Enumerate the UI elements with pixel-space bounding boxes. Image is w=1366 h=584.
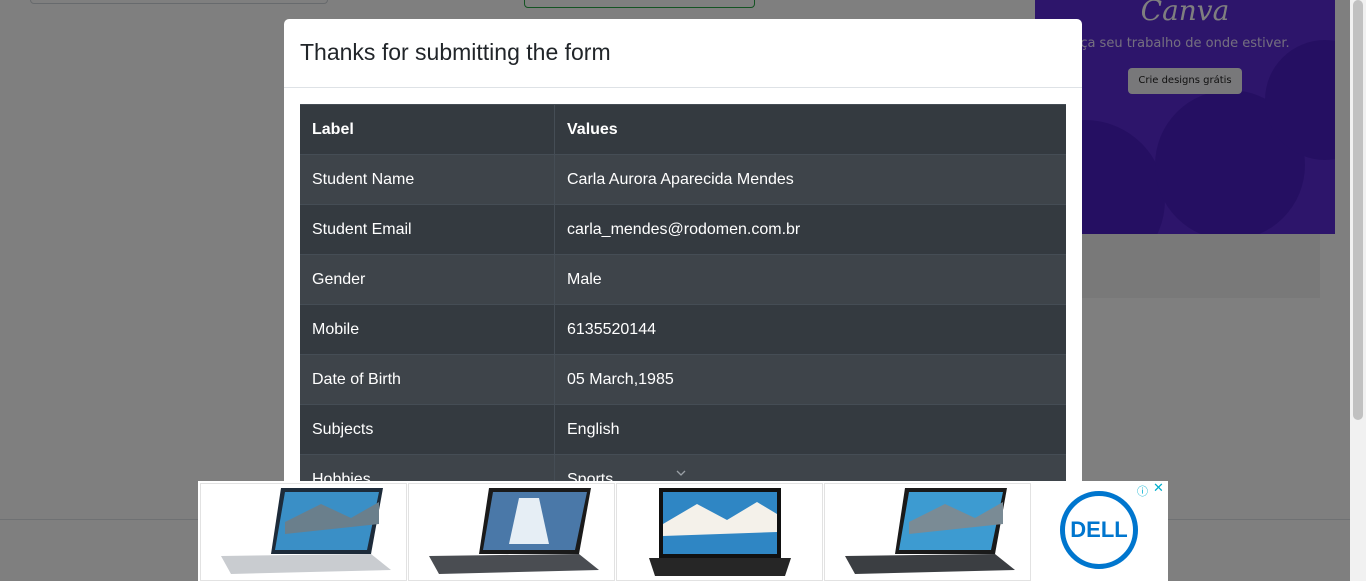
table-row: Date of Birth 05 March,1985 <box>300 354 1066 405</box>
submission-modal: Thanks for submitting the form Label Val… <box>284 19 1082 489</box>
laptop-image <box>845 488 1015 574</box>
result-table: Label Values Student Name Carla Aurora A… <box>300 104 1066 489</box>
laptop-tile[interactable] <box>200 483 407 581</box>
modal-title: Thanks for submitting the form <box>300 39 611 65</box>
header-label: Label <box>300 104 555 155</box>
header-values: Values <box>554 104 1066 155</box>
laptop-image <box>649 488 791 576</box>
table-row: Student Email carla_mendes@rodomen.com.b… <box>300 204 1066 255</box>
scrollbar-thumb[interactable] <box>1353 0 1363 420</box>
dell-brand-area[interactable]: DELL ⓘ ✕ <box>1030 481 1168 581</box>
table-row: Subjects English <box>300 404 1066 455</box>
table-row: Student Name Carla Aurora Aparecida Mend… <box>300 154 1066 205</box>
row-value: 6135520144 <box>554 304 1066 355</box>
row-value: carla_mendes@rodomen.com.br <box>554 204 1066 255</box>
ad-info-icon[interactable]: ⓘ <box>1137 483 1148 499</box>
laptop-tile[interactable] <box>824 483 1031 581</box>
laptop-tile[interactable] <box>408 483 615 581</box>
laptop-image <box>221 488 391 574</box>
row-label: Mobile <box>300 304 555 355</box>
modal-body: Label Values Student Name Carla Aurora A… <box>300 104 1066 489</box>
laptop-tile[interactable] <box>616 483 823 581</box>
page-scrollbar[interactable] <box>1350 0 1366 581</box>
table-row: Gender Male <box>300 254 1066 305</box>
row-value: Male <box>554 254 1066 305</box>
dell-banner-ad[interactable]: DELL ⓘ ✕ <box>198 481 1168 581</box>
laptop-image <box>429 488 599 574</box>
dell-logo: DELL <box>1060 491 1138 569</box>
row-label: Student Email <box>300 204 555 255</box>
table-row: Mobile 6135520144 <box>300 304 1066 355</box>
row-value: Carla Aurora Aparecida Mendes <box>554 154 1066 205</box>
row-label: Subjects <box>300 404 555 455</box>
table-header-row: Label Values <box>300 104 1066 155</box>
chevron-down-icon <box>676 470 686 476</box>
modal-header: Thanks for submitting the form <box>284 19 1082 88</box>
close-icon[interactable]: ✕ <box>1153 481 1164 496</box>
row-label: Date of Birth <box>300 354 555 405</box>
row-value: English <box>554 404 1066 455</box>
row-label: Student Name <box>300 154 555 205</box>
row-label: Gender <box>300 254 555 305</box>
row-value: 05 March,1985 <box>554 354 1066 405</box>
